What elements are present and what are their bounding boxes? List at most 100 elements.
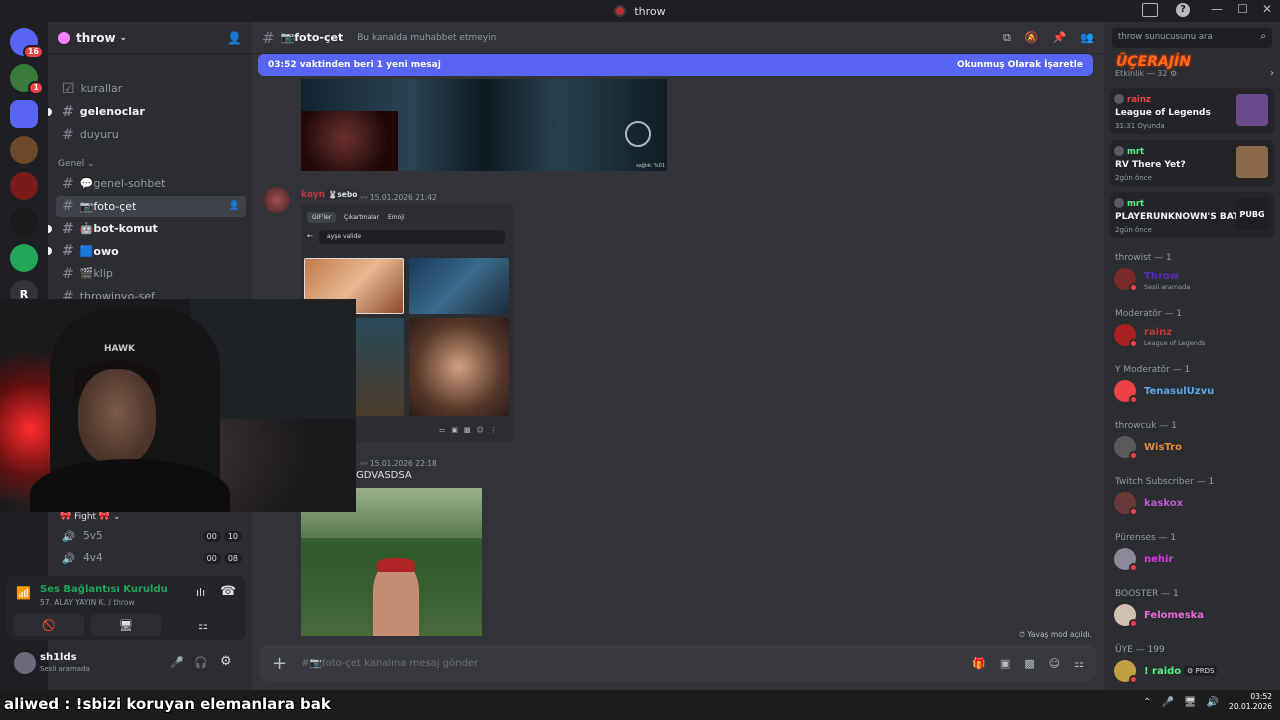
minimize-button[interactable]: — xyxy=(1211,2,1223,16)
notification-icon[interactable]: 🔕 xyxy=(1025,31,1039,45)
category-genel[interactable]: Genel ⌄ xyxy=(58,159,95,169)
category-fight[interactable]: 🎀 Fight 🎀 ⌄ xyxy=(60,512,121,522)
stream-chat-overlay: aliwed : !sbizi koruyan elemanlara bak xyxy=(4,695,331,713)
server-search-input[interactable]: throw sunucusunu ara ⌕ xyxy=(1112,28,1272,48)
microphone-icon[interactable]: 🎤 xyxy=(170,656,184,669)
new-messages-bar[interactable]: 03:52 vaktinden beri 1 yeni mesaj Okunmu… xyxy=(258,54,1093,76)
pin-icon[interactable]: 📌 xyxy=(1053,31,1067,45)
hash-icon: # xyxy=(62,103,74,120)
member-item[interactable]: Felomeska xyxy=(1114,603,1274,629)
voice-channel-item[interactable]: 🔊 5v5 00 10 xyxy=(56,526,246,546)
unread-badge: 16 xyxy=(22,45,44,59)
channel-item[interactable]: # gelenoclar xyxy=(48,101,246,122)
close-button[interactable]: ✕ xyxy=(1262,2,1272,16)
channel-item[interactable]: ☑ kurallar xyxy=(56,78,246,99)
message-text: GDVASDSA xyxy=(356,470,412,481)
role-header: Y Moderatör — 1 xyxy=(1115,365,1191,375)
member-item[interactable]: nehir xyxy=(1114,547,1274,573)
message-composer[interactable]: + #📷foto-çet kanalına mesaj gönder 🎁 ▣ ▩… xyxy=(260,645,1096,681)
inbox-icon[interactable] xyxy=(1142,3,1158,17)
maximize-button[interactable]: ☐ xyxy=(1237,2,1248,16)
gif-thumbnail xyxy=(409,258,509,314)
server-icon[interactable] xyxy=(10,244,38,272)
gif-search: ayşe valide xyxy=(319,230,505,244)
signal-icon: 📶 xyxy=(16,586,31,600)
avatar[interactable] xyxy=(14,652,36,674)
activity-card[interactable]: mrt RV There Yet? 2gün önce xyxy=(1110,140,1274,186)
channel-name: 📷foto-çet xyxy=(280,31,344,44)
server-icon[interactable] xyxy=(10,172,38,200)
channel-header: # 📷foto-çet Bu kanalda muhabbet etmeyin … xyxy=(252,22,1104,54)
new-messages-text: 03:52 vaktinden beri 1 yeni mesaj xyxy=(268,60,441,70)
message-image[interactable]: sağlık: %01 xyxy=(301,79,667,171)
camera-off-button[interactable]: 🚫 xyxy=(14,614,84,636)
screen-share-button[interactable]: 🖥 xyxy=(91,614,161,636)
voice-channel-item[interactable]: 🔊 4v4 00 08 xyxy=(56,548,246,568)
add-attachment-icon[interactable]: + xyxy=(272,653,287,674)
avatar xyxy=(1114,380,1138,404)
member-item[interactable]: rainz League of Legends xyxy=(1114,323,1274,349)
members-panel: throw sunucusunu ara ⌕ ÜÇERAJİN Etkinlik… xyxy=(1104,22,1280,690)
channel-item[interactable]: # 🟦owo xyxy=(48,241,246,262)
gif-icon[interactable]: ▣ xyxy=(1000,657,1010,670)
member-list-icon[interactable]: 👥 xyxy=(1080,31,1094,45)
headphones-icon[interactable]: 🎧 xyxy=(194,656,208,669)
add-user-icon[interactable]: 👤 xyxy=(227,31,242,45)
mark-as-read-button[interactable]: Okunmuş Olarak İşaretle xyxy=(957,60,1083,70)
microphone-icon[interactable]: 🎤 xyxy=(1161,697,1173,708)
role-header: throwist — 1 xyxy=(1115,253,1172,263)
server-icon[interactable] xyxy=(10,100,38,128)
game-hud-icon xyxy=(625,121,651,147)
add-user-icon[interactable]: 👤 xyxy=(229,201,240,211)
channel-item[interactable]: # 🤖bot-komut xyxy=(48,218,246,239)
monitor-icon[interactable]: 🖥 xyxy=(1184,697,1197,708)
taskbar-clock[interactable]: 03:52 20.01.2026 xyxy=(1229,692,1272,712)
server-icon[interactable] xyxy=(10,136,38,164)
channel-item[interactable]: # duyuru xyxy=(56,124,246,145)
message-author[interactable]: kayn xyxy=(301,190,325,200)
channel-topic[interactable]: Bu kanalda muhabbet etmeyin xyxy=(357,33,496,43)
member-item[interactable]: WisTro xyxy=(1114,435,1274,461)
channel-item[interactable]: # 💬genel-sohbet xyxy=(56,173,246,194)
tab-emoji: Emoji xyxy=(388,214,405,221)
voice-location[interactable]: 57. ALAY YAYIN K. / throw xyxy=(40,598,135,607)
chevron-up-icon[interactable]: ⌃ xyxy=(1143,697,1151,708)
disconnect-icon[interactable]: ☎ xyxy=(220,584,236,599)
server-icon[interactable]: 16 xyxy=(10,28,44,59)
game-art xyxy=(1236,146,1268,178)
activities-button[interactable]: ⚏ xyxy=(168,614,238,636)
avatar[interactable] xyxy=(264,187,290,213)
gift-icon[interactable]: 🎁 xyxy=(972,657,986,670)
message-timestamp: 〰 15.01.2026 21:42 xyxy=(360,193,437,202)
hash-icon: # xyxy=(62,198,74,215)
role-header: throwcuk — 1 xyxy=(1115,421,1177,431)
soundboard-icon[interactable]: ılı xyxy=(196,586,205,599)
volume-icon[interactable]: 🔊 xyxy=(1207,697,1219,708)
activity-card[interactable]: rainz League of Legends 31:31 Oyunda xyxy=(1110,88,1274,134)
emoji-icon[interactable]: ☺ xyxy=(1049,657,1060,670)
member-item[interactable]: ! raido ⚙ PRDS xyxy=(1114,659,1274,685)
system-tray: ⌃ 🎤 🖥 🔊 03:52 20.01.2026 xyxy=(1143,692,1272,712)
hash-icon: # xyxy=(62,175,74,192)
member-item[interactable]: kaskox xyxy=(1114,491,1274,517)
channel-item[interactable]: # 🎬klip xyxy=(56,263,246,284)
server-icon[interactable]: 1 xyxy=(10,64,44,95)
help-icon[interactable]: ? xyxy=(1176,3,1190,17)
avatar xyxy=(1114,324,1138,348)
chair-logo: HAWK xyxy=(104,344,135,354)
threads-icon[interactable]: ⧉ xyxy=(1003,31,1011,45)
guild-header[interactable]: throw ⌄ 👤 xyxy=(48,22,252,54)
member-item[interactable]: TenasulUzvu xyxy=(1114,379,1274,405)
role-header: BOOSTER — 1 xyxy=(1115,589,1179,599)
apps-icon[interactable]: ⚏ xyxy=(1074,657,1084,670)
channel-item[interactable]: # 📷foto-çet 👤 xyxy=(56,195,246,217)
composer-input[interactable]: #📷foto-çet kanalına mesaj gönder xyxy=(301,658,478,669)
activity-card[interactable]: mrt PLAYERUNKNOWN'S BAT... 2gün önce PUBG xyxy=(1110,192,1274,238)
member-item[interactable]: Throw Sesli aramada xyxy=(1114,267,1274,293)
window-title: throw xyxy=(634,4,666,18)
chevron-right-icon[interactable]: › xyxy=(1270,68,1274,79)
sticker-icon[interactable]: ▩ xyxy=(1024,657,1034,670)
gif-thumbnail xyxy=(356,318,404,416)
server-icon[interactable] xyxy=(10,208,38,236)
settings-gear-icon[interactable]: ⚙ xyxy=(220,654,232,669)
